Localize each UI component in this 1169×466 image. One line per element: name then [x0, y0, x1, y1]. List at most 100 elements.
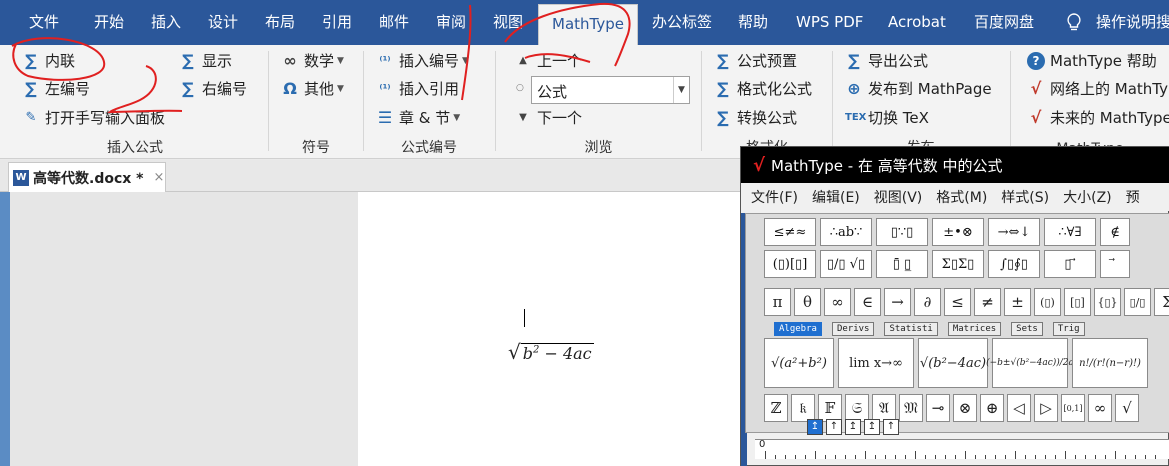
palette-relations[interactable]: ≤≠≈	[764, 218, 816, 246]
mt-menu-edit[interactable]: 编辑(E)	[812, 187, 860, 207]
mathtype-help-button[interactable]: ? MathType 帮助	[1027, 49, 1157, 73]
math-symbols-dropdown[interactable]: ∞ 数学 ▼	[281, 49, 344, 73]
formula-preset-button[interactable]: ∑ 公式预置	[714, 49, 797, 73]
symbol-braces[interactable]: {▯}	[1094, 288, 1121, 316]
symbol-fraktur-a[interactable]: 𝔄	[872, 394, 896, 422]
mt-menu-format[interactable]: 格式(M)	[936, 187, 987, 207]
size-full-button[interactable]: ↥	[807, 419, 823, 435]
size-symbol-button[interactable]: ↥	[864, 419, 880, 435]
size-sub-button[interactable]: ↑	[826, 419, 842, 435]
symbol-fraktur-k[interactable]: 𝔨	[791, 394, 815, 422]
chapter-section-dropdown[interactable]: ☰ 章 & 节 ▼	[376, 106, 460, 130]
tab-tell-me[interactable]: 操作说明搜	[1096, 0, 1169, 45]
symbol-plusminus[interactable]: ±	[1004, 288, 1031, 316]
inline-button[interactable]: ∑ 内联	[22, 49, 75, 73]
publish-mathpage-button[interactable]: ⊕ 发布到 MathPage	[845, 77, 991, 101]
symbol-integers[interactable]: ℤ	[764, 394, 788, 422]
tab-derivs[interactable]: Derivs	[831, 322, 875, 336]
palette-operators[interactable]: ±•⊗	[932, 218, 984, 246]
tab-statistics[interactable]: Statisti	[884, 322, 938, 336]
symbol-root[interactable]: √	[1115, 394, 1139, 422]
formula-object[interactable]: √ b2 − 4ac	[508, 340, 594, 364]
tab-office-tab[interactable]: 办公标签	[652, 0, 712, 45]
right-number-button[interactable]: ∑ 右编号	[179, 77, 247, 101]
next-button[interactable]: ▼ 下一个	[514, 106, 582, 130]
symbol-brackets[interactable]: [▯]	[1064, 288, 1091, 316]
symbol-fraktur-m[interactable]: 𝔐	[899, 394, 923, 422]
mt-menu-file[interactable]: 文件(F)	[751, 187, 798, 207]
document-page[interactable]	[358, 192, 743, 466]
symbol-multimap[interactable]: ⊸	[926, 394, 950, 422]
format-formula-button[interactable]: ∑ 格式化公式	[714, 77, 812, 101]
close-icon[interactable]: ×	[153, 170, 164, 185]
tab-view[interactable]: 视图	[493, 0, 523, 45]
lightbulb-icon[interactable]	[1064, 12, 1084, 32]
tab-review[interactable]: 审阅	[436, 0, 466, 45]
template-limit[interactable]: lim x→∞	[838, 338, 914, 388]
symbol-otimes[interactable]: ⊗	[953, 394, 977, 422]
tab-design[interactable]: 设计	[208, 0, 238, 45]
left-number-button[interactable]: ∑ 左编号	[22, 77, 90, 101]
symbol-triangle-left[interactable]: ◁	[1007, 394, 1031, 422]
symbol-arrow[interactable]: →	[884, 288, 911, 316]
template-quadratic[interactable]: (−b±√(b²−4ac))/2a	[986, 338, 1074, 388]
palette-bars[interactable]: ▯̄ ▯̲	[876, 250, 928, 278]
symbol-interval[interactable]: [0,1]	[1061, 394, 1085, 422]
palette-vectors[interactable]: ⃗	[1100, 250, 1130, 278]
toggle-tex-button[interactable]: TEX 切换 TeX	[845, 106, 929, 130]
previous-button[interactable]: ▲ 上一个	[514, 49, 582, 73]
template-discriminant[interactable]: √(b²−4ac)	[918, 338, 988, 388]
palette-fences[interactable]: (▯)[▯]	[764, 250, 816, 278]
tab-baidu-netdisk[interactable]: 百度网盘	[974, 0, 1034, 45]
tab-sets[interactable]: Sets	[1011, 322, 1043, 336]
tab-trig[interactable]: Trig	[1052, 322, 1085, 336]
symbol-pi[interactable]: π	[764, 288, 791, 316]
mt-menu-style[interactable]: 样式(S)	[1001, 187, 1049, 207]
palette-integrals[interactable]: ∫▯∮▯	[988, 250, 1040, 278]
insert-number-dropdown[interactable]: ⁽¹⁾ 插入编号 ▼	[376, 49, 469, 73]
palette-arrows[interactable]: →⇔↓	[988, 218, 1040, 246]
export-formula-button[interactable]: ∑ 导出公式	[845, 49, 928, 73]
symbol-infinity-small[interactable]: ∞	[1088, 394, 1112, 422]
symbol-parens[interactable]: (▯)	[1034, 288, 1061, 316]
mt-menu-size[interactable]: 大小(Z)	[1063, 187, 1112, 207]
other-symbols-dropdown[interactable]: Ω 其他 ▼	[281, 77, 344, 101]
chevron-down-icon[interactable]: ▼	[673, 77, 689, 103]
symbol-neq[interactable]: ≠	[974, 288, 1001, 316]
tab-mathtype[interactable]: MathType	[538, 4, 638, 45]
handwriting-button[interactable]: ✎ 打开手写输入面板	[22, 106, 165, 130]
size-subsub-button[interactable]: ↥	[845, 419, 861, 435]
insert-reference-button[interactable]: ⁽¹⁾ 插入引用	[376, 77, 459, 101]
symbol-oplus[interactable]: ⊕	[980, 394, 1004, 422]
palette-spaces[interactable]: ∴ab∵	[820, 218, 872, 246]
palette-labeled-arrows[interactable]: ▯ ⃗	[1044, 250, 1096, 278]
size-subsymbol-button[interactable]: ↑	[883, 419, 899, 435]
palette-logic[interactable]: ∴∀∃	[1044, 218, 1096, 246]
symbol-fraktur-s[interactable]: 𝔖	[845, 394, 869, 422]
symbol-sum[interactable]: Σ	[1154, 288, 1169, 316]
symbol-element-of[interactable]: ∈	[854, 288, 881, 316]
palette-embellishments[interactable]: ▯∵▯	[876, 218, 928, 246]
convert-formula-button[interactable]: ∑ 转换公式	[714, 106, 797, 130]
tab-home[interactable]: 开始	[94, 0, 124, 45]
palette-fractions[interactable]: ▯/▯ √▯	[820, 250, 872, 278]
mt-menu-view[interactable]: 视图(V)	[874, 187, 923, 207]
mathtype-title-bar[interactable]: √ MathType - 在 高等代数 中的公式	[741, 147, 1169, 183]
mathtype-future-button[interactable]: √ 未来的 MathType	[1027, 106, 1169, 130]
tab-references[interactable]: 引用	[322, 0, 352, 45]
template-hypotenuse[interactable]: √(a²+b²)	[764, 338, 834, 388]
symbol-partial[interactable]: ∂	[914, 288, 941, 316]
palette-sums[interactable]: Σ▯Σ▯	[932, 250, 984, 278]
symbol-infinity[interactable]: ∞	[824, 288, 851, 316]
tab-wps-pdf[interactable]: WPS PDF	[796, 0, 863, 45]
symbol-leq[interactable]: ≤	[944, 288, 971, 316]
tab-matrices[interactable]: Matrices	[947, 322, 1002, 336]
symbol-field-f[interactable]: 𝔽	[818, 394, 842, 422]
tab-insert[interactable]: 插入	[151, 0, 181, 45]
browse-combo[interactable]: 公式 ▼	[531, 76, 690, 104]
tab-algebra[interactable]: Algebra	[774, 322, 822, 336]
tab-layout[interactable]: 布局	[265, 0, 295, 45]
mathtype-online-button[interactable]: √ 网络上的 MathTy	[1027, 77, 1168, 101]
symbol-fraction[interactable]: ▯/▯	[1124, 288, 1151, 316]
symbol-theta[interactable]: θ	[794, 288, 821, 316]
